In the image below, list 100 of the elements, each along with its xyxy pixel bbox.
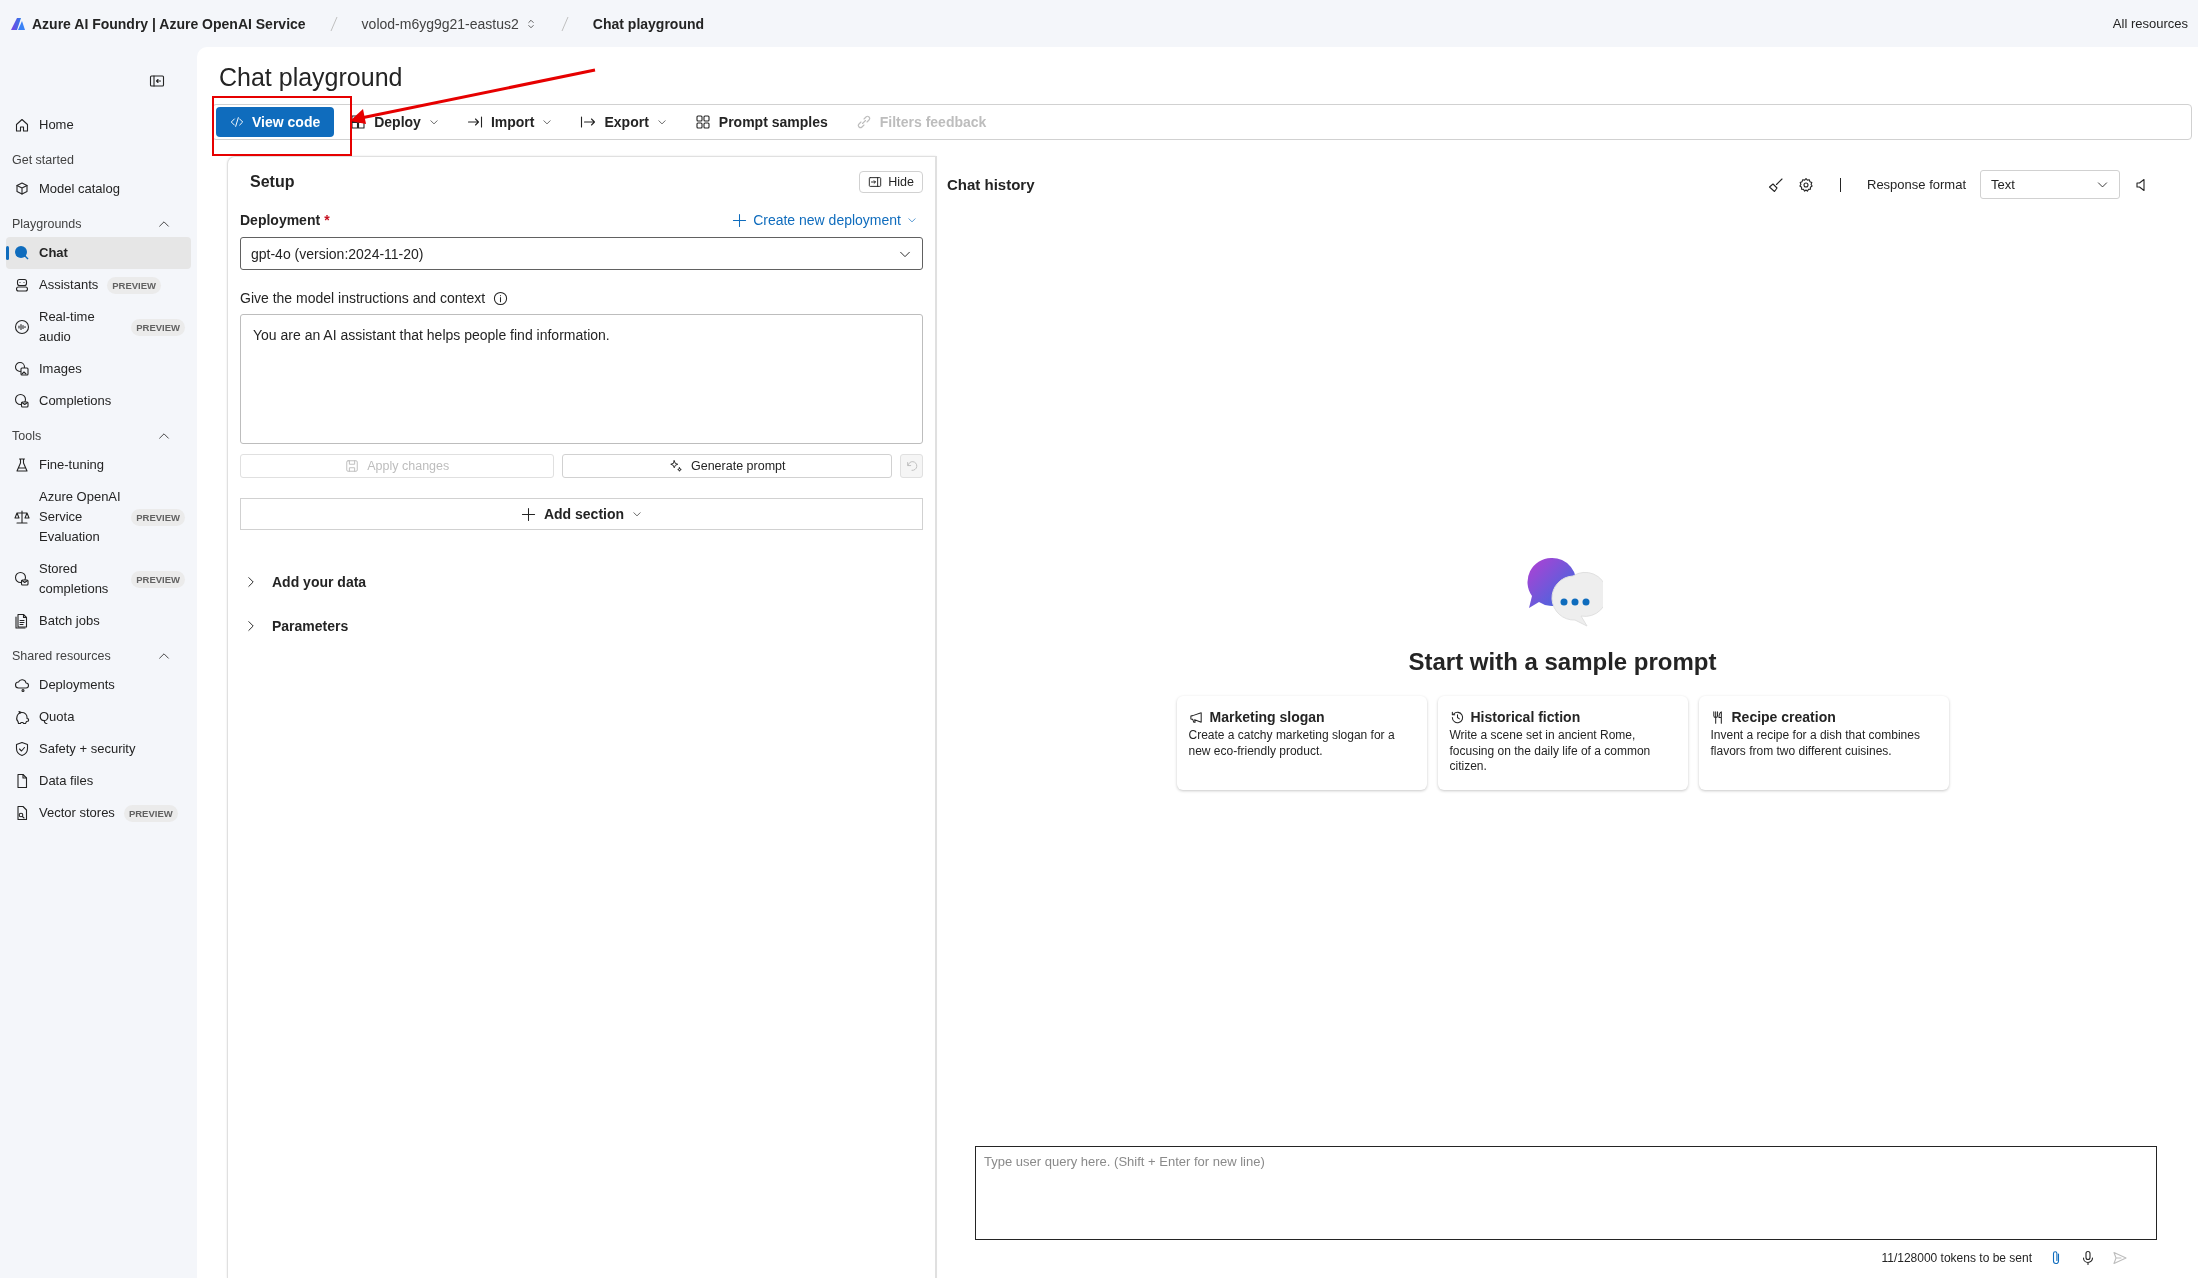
images-icon xyxy=(14,361,30,377)
shield-icon xyxy=(14,741,30,757)
chevron-down-icon xyxy=(542,117,553,127)
toolbar-button[interactable]: Prompt samples xyxy=(682,107,840,137)
section-heading: Shared resources xyxy=(12,649,111,663)
cube-icon xyxy=(14,181,30,197)
breadcrumb-separator xyxy=(560,15,569,32)
breadcrumb-link[interactable]: volod-m6yg9g21-eastus2 xyxy=(361,15,519,32)
sidebar-item[interactable]: Azure OpenAI Service Evaluation PREVIEW xyxy=(6,481,191,553)
sample-prompt-card[interactable]: Historical fiction Write a scene set in ancient Rome, focusing on the daily life of a common citizen. xyxy=(1437,696,1688,790)
save-icon xyxy=(345,459,360,473)
sidebar-item[interactable]: Real-time audio PREVIEW xyxy=(6,301,191,353)
plus-icon xyxy=(520,506,536,522)
card-title: Recipe creation xyxy=(1731,709,1836,725)
logo-icon xyxy=(10,15,26,32)
sample-prompt-heading: Start with a sample prompt xyxy=(1408,648,1717,676)
chat-document-icon xyxy=(14,393,30,409)
send-icon xyxy=(2112,1250,2128,1266)
broom-icon xyxy=(1768,176,1784,193)
instructions-field[interactable]: You are an AI assistant that helps people find information. xyxy=(240,314,923,444)
cloud-icon xyxy=(14,677,30,693)
grid-icon xyxy=(350,114,367,130)
preview-badge: PREVIEW xyxy=(123,804,178,822)
import-icon xyxy=(466,114,483,130)
all-resources-link[interactable]: All resources xyxy=(2112,16,2188,31)
export-icon xyxy=(580,114,597,130)
card-title: Historical fiction xyxy=(1470,709,1581,725)
info-icon xyxy=(493,290,509,306)
token-count: 11/128000 tokens to be sent xyxy=(1881,1251,2032,1265)
link-icon xyxy=(855,114,872,130)
field-label: Response format xyxy=(1867,177,1966,192)
chevron-down-icon xyxy=(632,509,643,519)
scales-icon xyxy=(14,509,30,525)
deployment-dropdown[interactable]: gpt-4o (version:2024-11-20) xyxy=(240,237,923,270)
sparkle-icon xyxy=(669,459,683,473)
sidebar-item[interactable]: Assistants PREVIEW xyxy=(6,269,191,301)
section-heading: Get started xyxy=(12,153,74,167)
breadcrumb-separator xyxy=(329,15,338,32)
breadcrumb-link[interactable]: Chat playground xyxy=(592,15,705,32)
sidebar-item[interactable]: Quota xyxy=(6,701,191,733)
field-label: Deployment xyxy=(240,212,321,228)
sidebar-item[interactable]: Chat xyxy=(6,237,191,269)
chevron-down-icon xyxy=(907,215,917,225)
sample-prompt-card[interactable]: Marketing slogan Create a catchy marketing slogan for a new eco-friendly product. xyxy=(1176,696,1427,790)
document-search-icon xyxy=(14,805,30,821)
sidebar-item[interactable]: Deployments xyxy=(6,669,191,701)
toolbar-button[interactable]: Import xyxy=(454,107,565,137)
card-description: Write a scene set in ancient Rome, focusing on the daily life of a common citizen. xyxy=(1449,728,1652,775)
sidebar-item[interactable]: Images xyxy=(6,353,191,385)
sidebar-item[interactable]: Completions xyxy=(6,385,191,417)
sidebar-item[interactable]: Batch jobs xyxy=(6,605,191,637)
toolbar-button[interactable]: View code xyxy=(216,107,335,137)
panel-title: Chat history xyxy=(947,176,1035,193)
collapsible-section[interactable]: Add your data xyxy=(240,574,923,590)
plus-icon xyxy=(732,212,748,228)
home-icon xyxy=(14,117,30,133)
page-title: Chat playground xyxy=(219,63,404,92)
apps-grid-icon xyxy=(694,114,711,130)
undo-button[interactable] xyxy=(900,454,923,478)
sidebar-item[interactable]: Model catalog xyxy=(6,173,191,205)
hide-button[interactable]: Hide xyxy=(859,171,923,193)
toolbar-button[interactable]: Deploy xyxy=(338,107,451,137)
sidebar-item[interactable]: Safety + security xyxy=(6,733,191,765)
sidebar-item[interactable]: Vector stores PREVIEW xyxy=(6,797,191,829)
sidebar-item[interactable]: Stored completions PREVIEW xyxy=(6,553,191,605)
preview-badge: PREVIEW xyxy=(131,508,185,526)
history-icon xyxy=(1449,709,1465,725)
sidebar-item[interactable]: Home xyxy=(6,109,191,141)
collapsible-section[interactable]: Parameters xyxy=(240,618,923,634)
collapse-panel-icon xyxy=(149,73,165,89)
required-mark: * xyxy=(324,212,330,228)
flask-icon xyxy=(14,457,30,473)
sidebar-item[interactable]: Fine-tuning xyxy=(6,449,191,481)
piggy-bank-icon xyxy=(14,709,30,725)
robot-icon xyxy=(14,277,30,293)
card-title: Marketing slogan xyxy=(1209,709,1325,725)
document-icon xyxy=(14,773,30,789)
sample-prompt-card[interactable]: Recipe creation Invent a recipe for a dish that combines flavors from two different cuisines. xyxy=(1698,696,1949,790)
sidebar-item[interactable]: Data files xyxy=(6,765,191,797)
panel-icon xyxy=(868,175,883,189)
settings-icon xyxy=(1798,176,1814,193)
preview-badge: PREVIEW xyxy=(107,276,162,294)
response-format-dropdown[interactable]: Text xyxy=(1980,170,2120,199)
preview-badge: PREVIEW xyxy=(131,570,185,588)
section-heading: Tools xyxy=(12,429,42,443)
action-button[interactable]: Generate prompt xyxy=(562,454,892,478)
section-heading: Playgrounds xyxy=(12,217,82,231)
field-label: Give the model instructions and context xyxy=(240,290,486,306)
panel-title: Setup xyxy=(250,173,295,191)
chevron-down-icon xyxy=(428,117,439,127)
chevron-down-icon xyxy=(656,117,667,127)
megaphone-icon xyxy=(1188,709,1204,725)
breadcrumb-link[interactable]: Azure AI Foundry | Azure OpenAI Service xyxy=(32,15,306,32)
add-section-button[interactable]: Add section xyxy=(240,498,923,530)
toolbar-button[interactable]: Export xyxy=(568,107,679,137)
chat-document-icon xyxy=(14,571,30,587)
card-description: Invent a recipe for a dish that combines flavors from two different cuisines. xyxy=(1710,728,1921,759)
create-deployment-link[interactable]: Create new deployment xyxy=(726,211,923,229)
message-input[interactable]: Type user query here. (Shift + Enter for new line) xyxy=(975,1146,2157,1240)
code-icon xyxy=(230,115,244,129)
